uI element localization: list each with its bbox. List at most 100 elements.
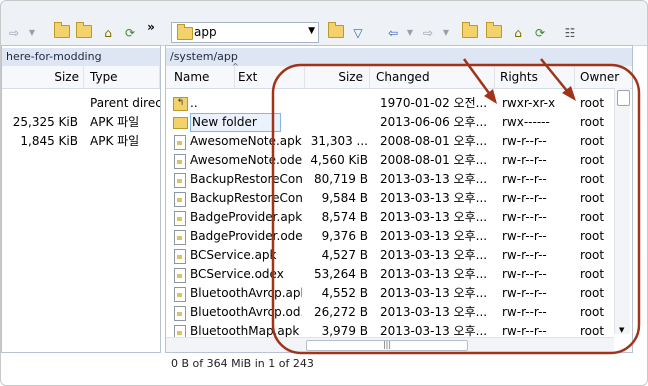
file-icon xyxy=(174,287,186,302)
home-icon[interactable]: ⌂ xyxy=(509,25,527,41)
file-rights: rw-r--r-- xyxy=(502,210,547,224)
file-icon xyxy=(174,154,186,169)
hscroll-thumb[interactable]: ||| xyxy=(306,340,468,351)
file-changed: 2013-03-13 오후... xyxy=(380,191,488,205)
file-icon xyxy=(174,135,186,150)
table-row[interactable]: New folder 2013-06-06 오후... rwx------ root xyxy=(166,113,614,132)
column-owner[interactable]: Owner xyxy=(580,66,632,88)
list-item[interactable]: 1,845 KiB APK 파일 xyxy=(2,132,160,151)
folder-icon xyxy=(177,24,193,40)
column-rights[interactable]: Rights xyxy=(500,66,575,88)
file-owner: root xyxy=(580,96,605,110)
file-icon xyxy=(174,268,186,283)
file-owner: root xyxy=(580,191,605,205)
file-owner: root xyxy=(580,153,605,167)
left-column-header: Size Type xyxy=(2,66,160,89)
app-window: ⇨ ▼ ⌂ ⟳ » app ▼ ▽ ⇦ ▼ ⇨ ▼ ⌂ ⟳ ☷ here-for… xyxy=(0,0,648,386)
file-size: 4,560 KiB xyxy=(310,153,368,167)
left-path-bar[interactable]: here-for-modding xyxy=(2,48,160,67)
file-changed: 2013-03-13 오후... xyxy=(380,305,488,319)
file-rights: rw-r--r-- xyxy=(502,305,547,319)
root-dir-icon[interactable] xyxy=(485,22,503,41)
file-owner: root xyxy=(580,248,605,262)
file-name: BluetoothAvrcp.apk xyxy=(190,286,302,300)
column-ext[interactable]: Ext xyxy=(238,66,305,88)
column-type[interactable]: Type xyxy=(86,66,160,88)
filter-icon[interactable]: ▽ xyxy=(349,25,367,41)
table-row[interactable]: BadgeProvider.apk 8,574 B 2013-03-13 오후...… xyxy=(166,208,614,227)
file-size: 9,584 B xyxy=(321,191,368,205)
vertical-scrollbar[interactable]: ▼ xyxy=(614,88,630,334)
table-row[interactable]: BluetoothAvrcp.od... 26,272 B 2013-03-13 오… xyxy=(166,303,614,322)
column-changed[interactable]: Changed xyxy=(376,66,495,88)
file-size: 9,376 B xyxy=(321,229,368,243)
parent-dir-icon: ↰ xyxy=(173,97,188,111)
directory-combo-value: app xyxy=(194,25,217,39)
root-dir-icon[interactable] xyxy=(75,22,93,41)
list-item[interactable]: Parent direct xyxy=(2,94,160,113)
table-row[interactable]: AwesomeNote.apk 31,303 ... 2008-08-01 오후..… xyxy=(166,132,614,151)
column-size[interactable]: Size xyxy=(2,66,84,88)
table-row[interactable]: BCService.odex 53,264 B 2013-03-13 오후... rw… xyxy=(166,265,614,284)
column-name[interactable]: Name xyxy=(174,66,235,88)
file-name: New folder xyxy=(190,113,281,132)
table-row[interactable]: BackupRestoreCon... 80,719 B 2013-03-13 오후… xyxy=(166,170,614,189)
left-file-panel: here-for-modding Size Type Parent direct… xyxy=(1,45,161,353)
file-owner: root xyxy=(580,229,605,243)
scroll-down-icon[interactable]: ▼ xyxy=(619,326,624,334)
table-row[interactable]: BluetoothAvrcp.apk 4,552 B 2013-03-13 오후..… xyxy=(166,284,614,303)
tree-icon[interactable]: ☷ xyxy=(561,25,579,41)
file-changed: 2013-03-13 오후... xyxy=(380,286,488,300)
forward-arrow-icon[interactable]: ⇨ xyxy=(5,25,23,41)
file-changed: 2008-08-01 오후... xyxy=(380,153,488,167)
home-icon[interactable]: ⌂ xyxy=(99,25,117,41)
refresh-icon[interactable]: ⟳ xyxy=(121,25,139,41)
file-owner: root xyxy=(580,305,605,319)
column-size[interactable]: Size xyxy=(306,66,370,88)
back-arrow-icon[interactable]: ⇦ xyxy=(384,25,402,41)
item-type: Parent direct xyxy=(90,96,160,110)
refresh-icon[interactable]: ⟳ xyxy=(531,25,549,41)
right-column-header: Name Ext ^ Size Changed Rights Owner xyxy=(166,62,632,89)
scroll-thumb[interactable] xyxy=(617,90,630,106)
file-icon xyxy=(174,192,186,207)
file-name: BadgeProvider.odex xyxy=(190,229,302,243)
file-name: AwesomeNote.apk xyxy=(190,134,302,148)
file-changed: 2013-03-13 오후... xyxy=(380,267,488,281)
file-name: BCService.odex xyxy=(190,267,284,281)
file-size: 4,552 B xyxy=(321,286,368,300)
file-name: BackupRestoreCon... xyxy=(190,172,302,186)
file-name: BadgeProvider.apk xyxy=(190,210,302,224)
file-icon xyxy=(174,173,186,188)
back-dropdown-icon[interactable]: ▼ xyxy=(401,25,419,41)
forward-arrow-icon[interactable]: ⇨ xyxy=(419,25,437,41)
toolbar: ⇨ ▼ ⌂ ⟳ » app ▼ ▽ ⇦ ▼ ⇨ ▼ ⌂ ⟳ ☷ xyxy=(1,1,647,46)
parent-dir-icon[interactable] xyxy=(461,22,479,41)
file-changed: 2013-06-06 오후... xyxy=(380,115,488,129)
file-owner: root xyxy=(580,210,605,224)
file-owner: root xyxy=(580,115,605,129)
horizontal-scrollbar[interactable]: ||| xyxy=(166,337,614,352)
table-row[interactable]: BadgeProvider.odex 9,376 B 2013-03-13 오후..… xyxy=(166,227,614,246)
file-owner: root xyxy=(580,134,605,148)
file-name: BluetoothAvrcp.od... xyxy=(190,305,302,319)
table-row[interactable]: AwesomeNote.odex 4,560 KiB 2008-08-01 오후..… xyxy=(166,151,614,170)
file-rights: rw-r--r-- xyxy=(502,153,547,167)
open-folder-icon[interactable] xyxy=(327,22,345,41)
parent-dir-icon[interactable] xyxy=(53,22,71,41)
list-item[interactable]: 25,325 KiB APK 파일 xyxy=(2,113,160,132)
table-row[interactable]: BackupRestoreCon... 9,584 B 2013-03-13 오후.… xyxy=(166,189,614,208)
chevron-down-icon[interactable]: ▼ xyxy=(308,26,315,36)
right-file-panel: /system/app Name Ext ^ Size Changed Righ… xyxy=(165,45,633,353)
file-changed: 1970-01-02 오전... xyxy=(380,96,488,110)
dropdown-arrow-icon[interactable]: ▼ xyxy=(23,25,41,41)
file-size: 31,303 ... xyxy=(310,134,368,148)
file-rights: rw-r--r-- xyxy=(502,267,547,281)
forward-dropdown-icon[interactable]: ▼ xyxy=(437,25,455,41)
table-row[interactable]: BCService.apk 4,527 B 2013-03-13 오후... rw-r… xyxy=(166,246,614,265)
toolbar-overflow[interactable]: » xyxy=(142,19,160,35)
sort-asc-icon: ^ xyxy=(232,62,239,71)
directory-combo[interactable]: app ▼ xyxy=(171,22,319,43)
table-row[interactable]: ↰.. 1970-01-02 오전... rwxr-xr-x root xyxy=(166,94,614,113)
item-size: 1,845 KiB xyxy=(20,134,78,148)
